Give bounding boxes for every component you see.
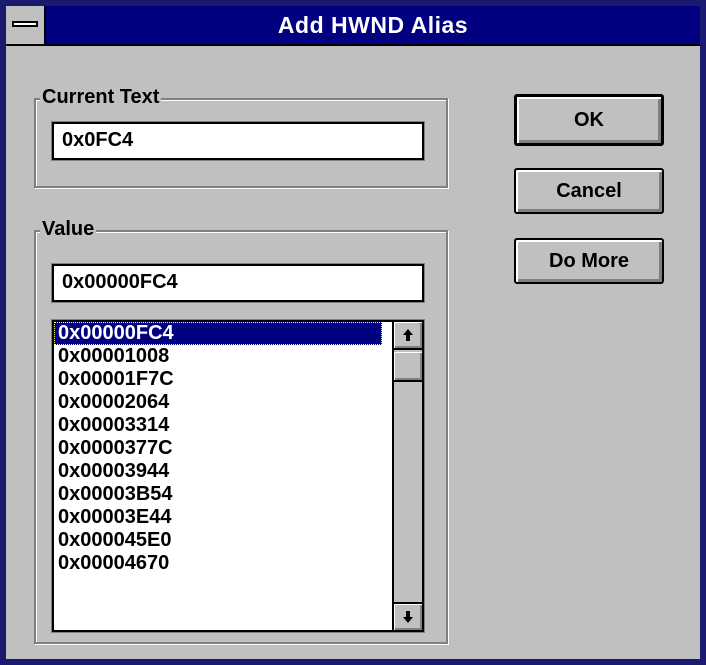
vertical-scrollbar[interactable]	[392, 322, 422, 630]
list-item[interactable]: 0x00003E44	[54, 506, 382, 529]
do-more-button[interactable]: Do More	[514, 238, 664, 284]
list-item[interactable]: 0x00001F7C	[54, 368, 382, 391]
minus-bar-icon	[12, 21, 38, 27]
value-label: Value	[40, 216, 97, 242]
list-item[interactable]: 0x00002064	[54, 391, 382, 414]
list-item[interactable]: 0x00004670	[54, 552, 382, 575]
window-title: Add HWND Alias	[277, 12, 469, 38]
list-item[interactable]: 0x00003314	[54, 414, 382, 437]
down-arrow-icon	[403, 611, 413, 623]
system-menu-button[interactable]	[6, 6, 46, 44]
scroll-thumb[interactable]	[394, 352, 422, 382]
value-listbox[interactable]: 0x00000FC4 0x00001008 0x00001F7C 0x00002064…	[52, 320, 424, 632]
dialog-window: Add HWND Alias Current Text 0x0FC4 Value…	[0, 0, 706, 665]
up-arrow-icon	[403, 329, 413, 341]
value-input[interactable]: 0x00000FC4	[52, 264, 424, 302]
list-item[interactable]: 0x000045E0	[54, 529, 382, 552]
list-item[interactable]: 0x00000FC4	[54, 322, 382, 345]
list-item[interactable]: 0x00001008	[54, 345, 382, 368]
scroll-down-button[interactable]	[394, 602, 422, 630]
value-list: 0x00000FC4 0x00001008 0x00001F7C 0x00002064…	[54, 322, 382, 575]
list-item[interactable]: 0x00003B54	[54, 483, 382, 506]
cancel-button[interactable]: Cancel	[514, 168, 664, 214]
current-text-label: Current Text	[40, 84, 162, 110]
current-text-field[interactable]: 0x0FC4	[52, 122, 424, 160]
ok-button[interactable]: OK	[514, 94, 664, 146]
title-bar[interactable]: Add HWND Alias	[6, 6, 700, 46]
list-item[interactable]: 0x00003944	[54, 460, 382, 483]
list-item[interactable]: 0x0000377C	[54, 437, 382, 460]
scroll-up-button[interactable]	[394, 322, 422, 350]
